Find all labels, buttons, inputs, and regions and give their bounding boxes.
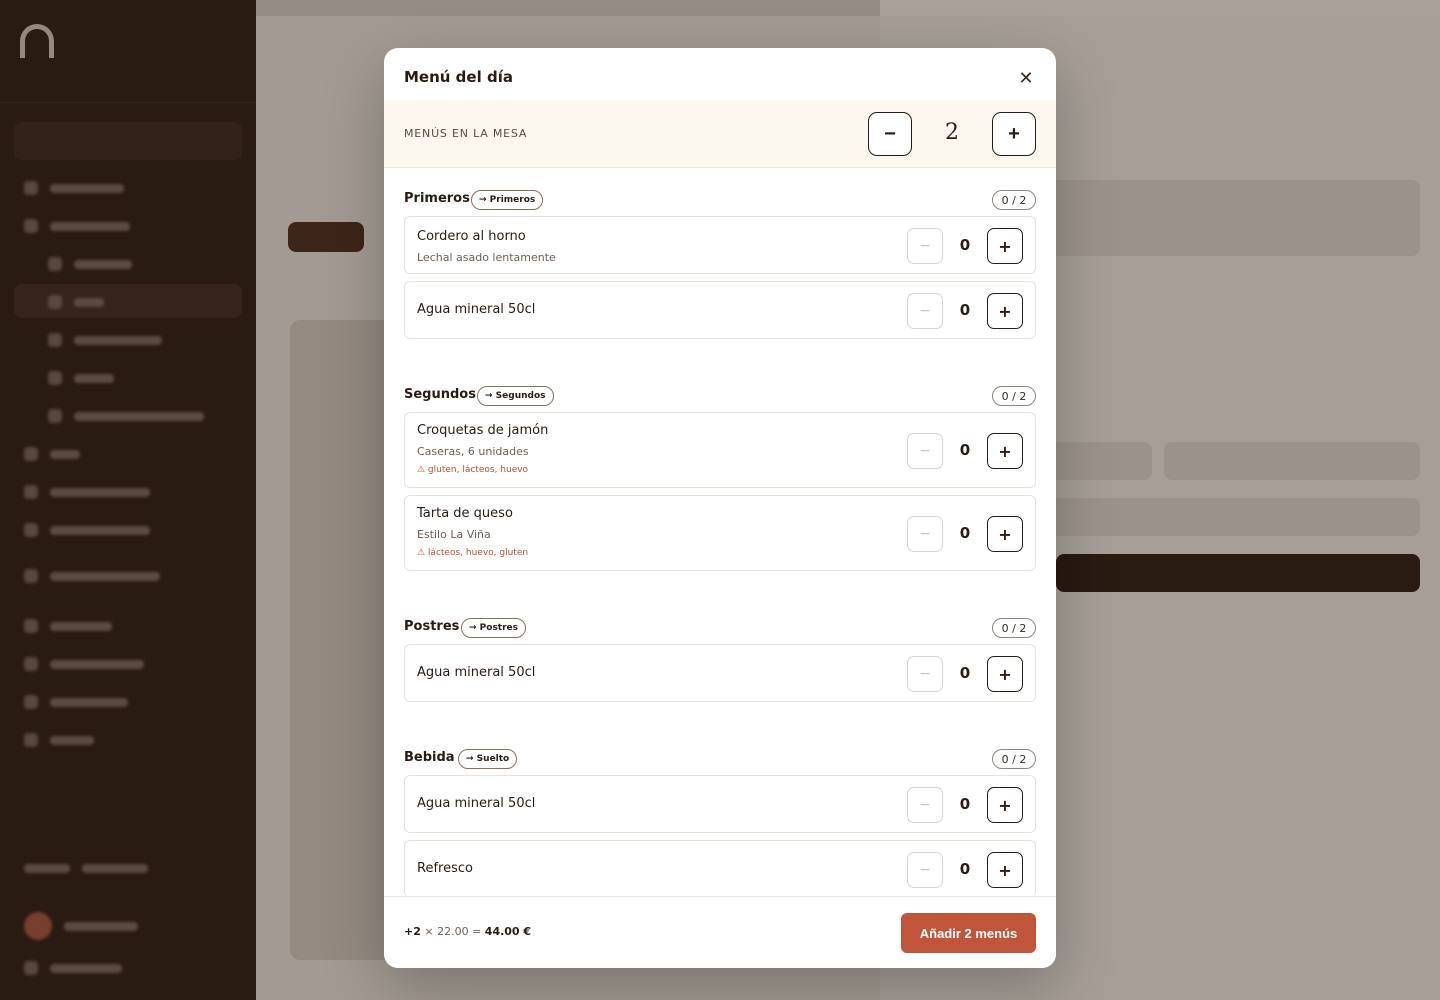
menu-item: Agua mineral 50cl −0 + xyxy=(404,644,1036,702)
item-quantity: 0 xyxy=(959,441,971,459)
item-decrement-button[interactable]: − xyxy=(907,852,943,888)
menu-item: Agua mineral 50cl −0 + xyxy=(404,775,1036,833)
section-title: Segundos xyxy=(404,387,476,402)
item-increment-button[interactable]: + xyxy=(987,228,1023,264)
item-allergens: ⚠ gluten, lácteos, huevo xyxy=(417,465,529,475)
section-header: Bebida → Suelto 0 / 2 xyxy=(404,727,1036,775)
item-description: Estilo La Viña xyxy=(417,528,491,541)
modal-header: Menú del día ✕ xyxy=(384,48,1056,100)
item-increment-button[interactable]: + xyxy=(987,293,1023,329)
menu-item: Agua mineral 50cl −0 + xyxy=(404,281,1036,339)
add-menus-button[interactable]: Añadir 2 menús xyxy=(901,913,1036,953)
section-header: Postres → Postres 0 / 2 xyxy=(404,596,1036,644)
menus-decrement-button[interactable]: − xyxy=(868,112,912,156)
menus-label: MENÚS EN LA MESA xyxy=(404,127,528,140)
section-counter: 0 / 2 xyxy=(992,618,1036,638)
section-title: Bebida xyxy=(404,750,455,765)
item-increment-button[interactable]: + xyxy=(987,656,1023,692)
item-quantity: 0 xyxy=(959,524,971,542)
menus-increment-button[interactable]: + xyxy=(992,112,1036,156)
close-icon[interactable]: ✕ xyxy=(1014,66,1038,90)
menu-section: Primeros → Primeros 0 / 2 Cordero al horno L… xyxy=(384,168,1056,364)
item-name: Refresco xyxy=(417,861,473,876)
menu-item: Cordero al horno Lechal asado lentamente −… xyxy=(404,216,1036,274)
menus-count: 2 xyxy=(945,120,959,145)
item-decrement-button[interactable]: − xyxy=(907,433,943,469)
item-decrement-button[interactable]: − xyxy=(907,516,943,552)
section-course-tag: → Postres xyxy=(461,618,527,638)
item-quantity: 0 xyxy=(959,236,971,254)
item-description: Caseras, 6 unidades xyxy=(417,445,529,458)
modal-title: Menú del día xyxy=(404,68,513,86)
item-quantity: 0 xyxy=(959,795,971,813)
section-course-tag: → Suelto xyxy=(458,749,518,769)
section-title: Postres xyxy=(404,619,460,634)
item-increment-button[interactable]: + xyxy=(987,516,1023,552)
menu-del-dia-modal: Menú del día ✕ MENÚS EN LA MESA − 2 + Pr… xyxy=(384,48,1056,968)
item-name: Croquetas de jamón xyxy=(417,423,549,438)
menu-item: Refresco −0 + xyxy=(404,840,1036,896)
item-quantity: 0 xyxy=(959,664,971,682)
item-name: Agua mineral 50cl xyxy=(417,796,536,811)
modal-footer: +2 × 22.00 = 44.00 € Añadir 2 menús xyxy=(384,896,1056,968)
section-header: Primeros → Primeros 0 / 2 xyxy=(404,168,1036,216)
item-increment-button[interactable]: + xyxy=(987,852,1023,888)
section-counter: 0 / 2 xyxy=(992,749,1036,769)
item-decrement-button[interactable]: − xyxy=(907,787,943,823)
item-name: Tarta de queso xyxy=(417,506,513,521)
section-course-tag: → Segundos xyxy=(477,386,554,406)
item-name: Agua mineral 50cl xyxy=(417,302,536,317)
item-increment-button[interactable]: + xyxy=(987,433,1023,469)
item-decrement-button[interactable]: − xyxy=(907,656,943,692)
modal-body[interactable]: Primeros → Primeros 0 / 2 Cordero al horno L… xyxy=(384,168,1056,896)
item-quantity: 0 xyxy=(959,301,971,319)
item-name: Agua mineral 50cl xyxy=(417,665,536,680)
menu-section: Segundos → Segundos 0 / 2 Croquetas de jamó… xyxy=(384,364,1056,596)
menu-section: Bebida → Suelto 0 / 2 Agua mineral 50cl −0 + R… xyxy=(384,727,1056,896)
item-description: Lechal asado lentamente xyxy=(417,251,556,264)
item-decrement-button[interactable]: − xyxy=(907,228,943,264)
item-allergens: ⚠ lácteos, huevo, gluten xyxy=(417,548,529,558)
summary-qty: +2 xyxy=(404,925,421,938)
price-summary: +2 × 22.00 = 44.00 € xyxy=(404,925,531,938)
item-increment-button[interactable]: + xyxy=(987,787,1023,823)
menu-item: Tarta de queso Estilo La Viña ⚠ lácteos, h… xyxy=(404,495,1036,571)
summary-mult: × 22.00 = xyxy=(424,925,482,938)
item-name: Cordero al horno xyxy=(417,229,526,244)
section-course-tag: → Primeros xyxy=(471,190,544,210)
section-counter: 0 / 2 xyxy=(992,386,1036,406)
section-title: Primeros xyxy=(404,191,470,206)
menu-item: Croquetas de jamón Caseras, 6 unidades ⚠ g… xyxy=(404,412,1036,488)
section-counter: 0 / 2 xyxy=(992,190,1036,210)
section-header: Segundos → Segundos 0 / 2 xyxy=(404,364,1036,412)
menu-section: Postres → Postres 0 / 2 Agua mineral 50cl −0… xyxy=(384,596,1056,727)
item-decrement-button[interactable]: − xyxy=(907,293,943,329)
item-quantity: 0 xyxy=(959,860,971,878)
menus-en-la-mesa-bar: MENÚS EN LA MESA − 2 + xyxy=(384,100,1056,168)
summary-total: 44.00 € xyxy=(484,925,532,938)
